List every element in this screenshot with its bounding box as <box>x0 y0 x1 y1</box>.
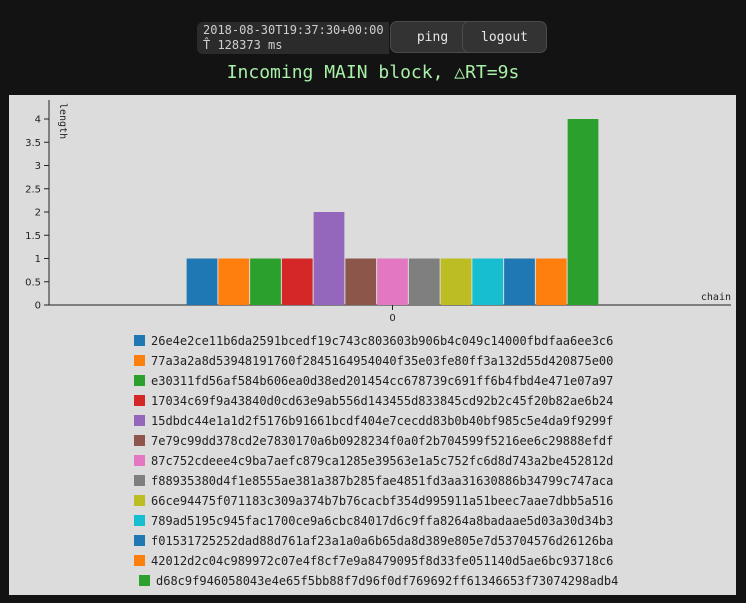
legend-swatch <box>134 455 145 466</box>
y-tick-label: 1.5 <box>25 231 41 242</box>
legend-label: 66ce94475f071183c309a374b7b76cacbf354d99… <box>151 494 614 508</box>
legend-item: 789ad5195c945fac1700ce9a6cbc84017d6c9ffa… <box>134 514 613 534</box>
legend-swatch <box>134 475 145 486</box>
legend-label: 789ad5195c945fac1700ce9a6cbc84017d6c9ffa… <box>151 514 614 528</box>
legend-label: 87c752cdeee4c9ba7aefc879ca1285e39563e1a5… <box>151 454 614 468</box>
legend-label: d68c9f946058043e4e65f5bb88f7d96f0df76969… <box>156 574 619 588</box>
legend-item: 7e79c99dd378cd2e7830170a6b0928234f0a0f2b… <box>134 434 613 454</box>
legend-label: 7e79c99dd378cd2e7830170a6b0928234f0a0f2b… <box>151 434 614 448</box>
bar-8 <box>408 258 440 305</box>
y-tick-label: 3.5 <box>25 138 41 149</box>
bar-10 <box>472 258 504 305</box>
legend-item: 17034c69f9a43840d0cd63e9ab556d143455d833… <box>134 394 613 414</box>
legend-label: 26e4e2ce11b6da2591bcedf19c743c803603b906… <box>151 334 614 348</box>
y-tick-label: 3 <box>35 161 41 172</box>
uptime-readout: T̂ 128373 ms <box>203 38 283 52</box>
bar-13 <box>567 119 599 305</box>
legend-swatch <box>134 555 145 566</box>
y-tick-label: 4 <box>35 115 41 126</box>
legend-swatch <box>134 535 145 546</box>
bar-4 <box>281 258 313 305</box>
legend-item: f88935380d4f1e8555ae381a387b285fae4851fd… <box>134 474 613 494</box>
logout-button[interactable]: logout <box>462 21 547 53</box>
timestamp: 2018-08-30T19:37:30+00:00 <box>203 23 384 37</box>
legend-swatch <box>134 515 145 526</box>
legend-swatch <box>134 415 145 426</box>
bar-1 <box>186 258 218 305</box>
legend-item: 66ce94475f071183c309a374b7b76cacbf354d99… <box>134 494 613 514</box>
legend-item: f01531725252dad88d761af23a1a0a6b65da8d38… <box>134 534 613 554</box>
legend-item: 87c752cdeee4c9ba7aefc879ca1285e39563e1a5… <box>134 454 613 474</box>
bar-7 <box>377 258 408 305</box>
legend-item: d68c9f946058043e4e65f5bb88f7d96f0df76969… <box>139 574 618 594</box>
legend-swatch <box>139 575 150 586</box>
y-tick-label: 2 <box>35 208 41 219</box>
legend-swatch <box>134 395 145 406</box>
x-tick-label: 0 <box>389 313 395 324</box>
y-tick-label: 0 <box>35 301 41 312</box>
legend-label: 15dbdc44e1a1d2f5176b91661bcdf404e7cecdd8… <box>151 414 614 428</box>
x-axis-label: chain <box>701 292 731 303</box>
y-axis-label: length <box>57 103 68 139</box>
legend-swatch <box>134 375 145 386</box>
bar-12 <box>535 258 567 305</box>
bar-chart: 0 0.5 1 1.5 2 2.5 3 3.5 4 length chain 0 <box>25 100 731 324</box>
status-message: Incoming MAIN block, △RT=9s <box>226 62 520 83</box>
legend-label: 77a3a2a8d53948191760f2845164954040f35e03… <box>151 354 614 368</box>
legend-label: f88935380d4f1e8555ae381a387b285fae4851fd… <box>151 474 614 488</box>
legend-item: 42012d2c04c989972c07e4f8cf7e9a8479095f8d… <box>134 554 613 574</box>
y-tick-label: 0.5 <box>25 277 41 288</box>
bar-9 <box>440 258 472 305</box>
clock-display: 2018-08-30T19:37:30+00:00 T̂ 128373 ms <box>197 22 389 54</box>
legend-swatch <box>134 355 145 366</box>
bar-2 <box>218 258 250 305</box>
legend-item: 77a3a2a8d53948191760f2845164954040f35e03… <box>134 354 613 374</box>
legend-label: e30311fd56af584b606ea0d38ed201454cc67873… <box>151 374 614 388</box>
legend-label: f01531725252dad88d761af23a1a0a6b65da8d38… <box>151 534 614 548</box>
chart-panel: 0 0.5 1 1.5 2 2.5 3 3.5 4 length chain 0 26e4e2ce11… <box>9 95 736 595</box>
top-bar: 2018-08-30T19:37:30+00:00 T̂ 128373 ms p… <box>0 0 746 95</box>
legend-item: 26e4e2ce11b6da2591bcedf19c743c803603b906… <box>134 334 613 354</box>
legend-swatch <box>134 335 145 346</box>
y-tick-label: 1 <box>35 254 41 265</box>
y-tick-label: 2.5 <box>25 184 41 195</box>
bar-5 <box>313 212 345 305</box>
bar-11 <box>504 258 535 305</box>
bar-6 <box>345 258 377 305</box>
legend-swatch <box>134 435 145 446</box>
legend-item: e30311fd56af584b606ea0d38ed201454cc67873… <box>134 374 613 394</box>
legend-label: 17034c69f9a43840d0cd63e9ab556d143455d833… <box>151 394 614 408</box>
legend-swatch <box>134 495 145 506</box>
legend-label: 42012d2c04c989972c07e4f8cf7e9a8479095f8d… <box>151 554 614 568</box>
bar-3 <box>250 258 281 305</box>
legend-item: 15dbdc44e1a1d2f5176b91661bcdf404e7cecdd8… <box>134 414 613 434</box>
